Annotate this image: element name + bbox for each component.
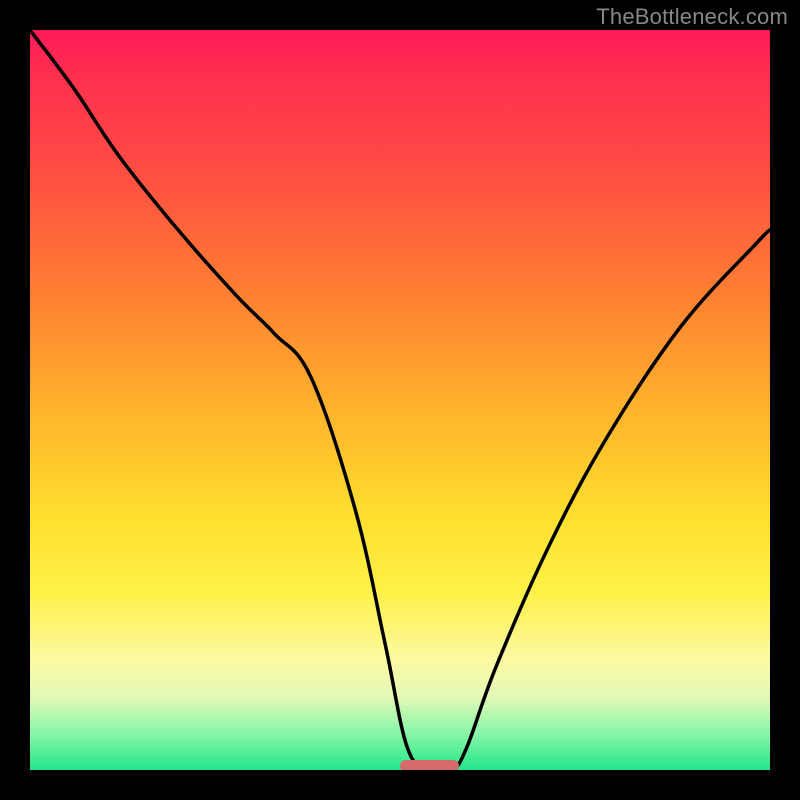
watermark-text: TheBottleneck.com [596, 4, 788, 30]
optimal-range-marker [400, 760, 459, 770]
plot-area [30, 30, 770, 770]
bottleneck-curve [30, 30, 770, 770]
chart-frame: TheBottleneck.com [0, 0, 800, 800]
